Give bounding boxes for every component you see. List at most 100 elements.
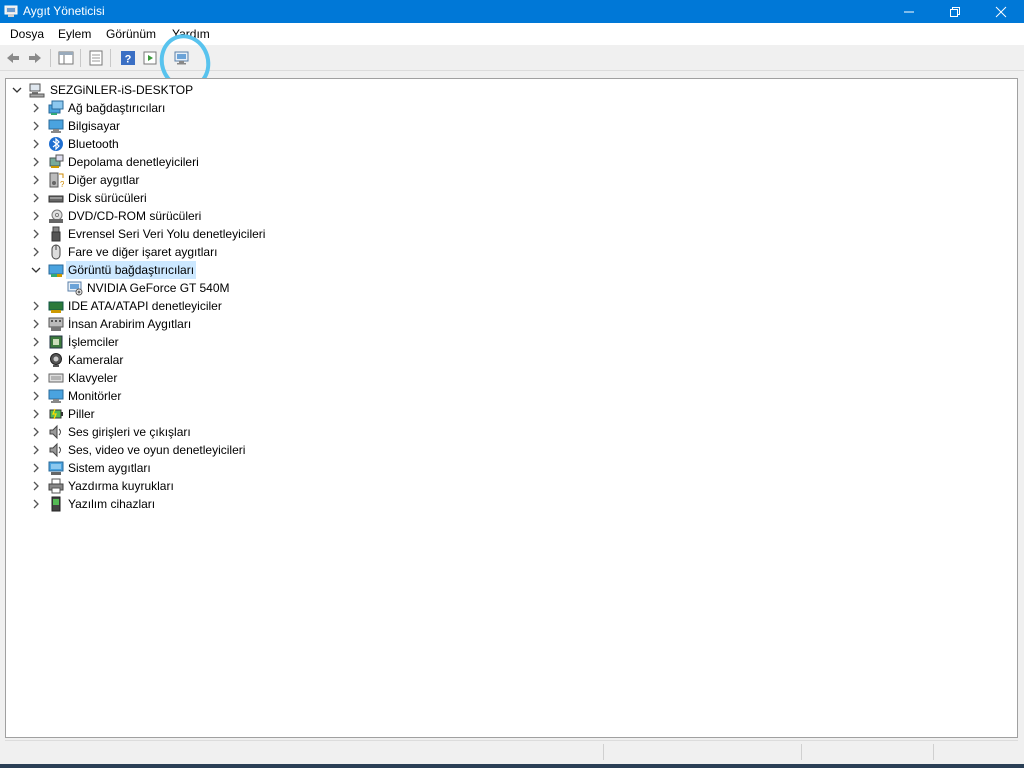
status-bar xyxy=(5,740,1018,763)
close-icon xyxy=(995,6,1007,18)
chevron-right-icon[interactable] xyxy=(30,426,42,438)
tree-category-row[interactable]: Ses, video ve oyun denetleyicileri xyxy=(6,441,406,459)
tree-category-row[interactable]: IDE ATA/ATAPI denetleyiciler xyxy=(6,297,406,315)
tree-category-label: İşlemciler xyxy=(68,335,119,349)
chevron-right-icon[interactable] xyxy=(30,390,42,402)
tree-category-label: Görüntü bağdaştırıcıları xyxy=(66,261,197,279)
bluetooth-icon xyxy=(49,137,63,151)
status-separator xyxy=(603,744,604,760)
dvd-drive-icon xyxy=(49,209,63,223)
chevron-right-icon[interactable] xyxy=(30,480,42,492)
chevron-right-icon[interactable] xyxy=(30,408,42,420)
tree-category-label: Bilgisayar xyxy=(68,119,121,133)
chevron-right-icon[interactable] xyxy=(30,300,42,312)
tree-category-row[interactable]: DVD/CD-ROM sürücüleri xyxy=(6,207,406,225)
tree-category-row[interactable]: ? Diğer aygıtlar xyxy=(6,171,406,189)
chevron-right-icon[interactable] xyxy=(30,444,42,456)
computer-icon xyxy=(48,119,64,133)
tree-category-label: Depolama denetleyicileri xyxy=(68,155,199,169)
taskbar-edge xyxy=(0,764,1024,768)
tree-category-row[interactable]: Sistem aygıtları xyxy=(6,459,406,477)
tree-category-row[interactable]: Kameralar xyxy=(6,351,406,369)
menu-view[interactable]: Görünüm xyxy=(106,26,156,42)
tree-category-label: Piller xyxy=(68,407,95,421)
chevron-right-icon[interactable] xyxy=(30,318,42,330)
camera-icon xyxy=(50,353,62,367)
tree-category-row[interactable]: Yazdırma kuyrukları xyxy=(6,477,406,495)
device-tree[interactable]: SEZGiNLER-iS-DESKTOP Ağ bağdaştırıcıları… xyxy=(5,78,1018,738)
tree-category-row[interactable]: Depolama denetleyicileri xyxy=(6,153,406,171)
forward-button[interactable] xyxy=(25,48,45,68)
chevron-right-icon[interactable] xyxy=(30,192,42,204)
menu-action[interactable]: Eylem xyxy=(58,26,91,42)
chevron-right-icon[interactable] xyxy=(30,156,42,168)
run-button[interactable] xyxy=(140,48,160,68)
properties-icon xyxy=(89,50,103,66)
maximize-button[interactable] xyxy=(932,0,978,23)
tree-category-row[interactable]: Bilgisayar xyxy=(6,117,406,135)
battery-icon xyxy=(49,408,63,420)
tree-category-label: Bluetooth xyxy=(68,137,119,151)
computer-name: SEZGiNLER-iS-DESKTOP xyxy=(50,83,194,97)
computer-tree-icon xyxy=(29,83,45,98)
disk-drive-icon xyxy=(48,195,64,203)
back-button[interactable] xyxy=(3,48,23,68)
chevron-down-icon[interactable] xyxy=(30,264,42,276)
tree-category-row[interactable]: Monitörler xyxy=(6,387,406,405)
tree-category-row[interactable]: Yazılım cihazları xyxy=(6,495,406,513)
chevron-right-icon[interactable] xyxy=(30,498,42,510)
chevron-right-icon[interactable] xyxy=(30,138,42,150)
tree-category-row[interactable]: İşlemciler xyxy=(6,333,406,351)
show-hide-tree-icon xyxy=(58,51,74,65)
close-button[interactable] xyxy=(978,0,1024,23)
menu-file[interactable]: Dosya xyxy=(10,26,44,42)
chevron-right-icon[interactable] xyxy=(30,462,42,474)
tree-category-row[interactable]: İnsan Arabirim Aygıtları xyxy=(6,315,406,333)
monitor-icon xyxy=(48,389,64,403)
hid-icon xyxy=(48,317,64,331)
tree-category-row[interactable]: Klavyeler xyxy=(6,369,406,387)
tree-category-row[interactable]: Piller xyxy=(6,405,406,423)
chevron-right-icon[interactable] xyxy=(30,336,42,348)
tree-category-row[interactable]: Bluetooth xyxy=(6,135,406,153)
tree-category-label: Monitörler xyxy=(68,389,122,403)
chevron-right-icon[interactable] xyxy=(30,174,42,186)
tree-category-label: Klavyeler xyxy=(68,371,118,385)
properties-button[interactable] xyxy=(86,48,106,68)
tree-category-row[interactable]: Evrensel Seri Veri Yolu denetleyicileri xyxy=(6,225,406,243)
tree-device-row[interactable]: NVIDIA GeForce GT 540M xyxy=(6,279,406,297)
chevron-right-icon[interactable] xyxy=(30,354,42,366)
sound-video-icon xyxy=(49,442,61,458)
ide-controller-icon xyxy=(48,301,64,313)
chevron-right-icon[interactable] xyxy=(30,120,42,132)
other-devices-icon: ? xyxy=(49,172,64,188)
show-hide-tree-button[interactable] xyxy=(56,48,76,68)
tree-category-label: Yazdırma kuyrukları xyxy=(68,479,174,493)
tree-root-row[interactable]: SEZGiNLER-iS-DESKTOP xyxy=(6,81,306,99)
chevron-right-icon[interactable] xyxy=(30,246,42,258)
tree-category-row[interactable]: Ses girişleri ve çıkışları xyxy=(6,423,406,441)
help-button[interactable]: ? xyxy=(118,48,138,68)
tree-category-label: Sistem aygıtları xyxy=(68,461,151,475)
tree-category-row[interactable]: Ağ bağdaştırıcıları xyxy=(6,99,406,117)
chevron-right-icon[interactable] xyxy=(30,372,42,384)
title-bar[interactable]: Aygıt Yöneticisi xyxy=(0,0,1024,23)
gpu-icon xyxy=(67,281,83,296)
menu-bar: Dosya Eylem Görünüm Yardım xyxy=(0,23,1024,46)
toolbar: ? xyxy=(0,45,1024,71)
chevron-right-icon[interactable] xyxy=(30,210,42,222)
tree-device-label: NVIDIA GeForce GT 540M xyxy=(87,281,230,295)
tree-category-label: Diğer aygıtlar xyxy=(68,173,140,187)
printer-icon xyxy=(48,478,64,494)
chevron-right-icon[interactable] xyxy=(30,102,42,114)
keyboard-icon xyxy=(48,373,64,383)
tree-category-row[interactable]: Görüntü bağdaştırıcıları xyxy=(6,261,406,279)
tree-category-row[interactable]: Disk sürücüleri xyxy=(6,189,406,207)
tree-category-label: Ağ bağdaştırıcıları xyxy=(68,101,166,115)
toolbar-separator xyxy=(80,49,81,67)
minimize-button[interactable] xyxy=(886,0,932,23)
chevron-right-icon[interactable] xyxy=(30,228,42,240)
tree-category-row[interactable]: Fare ve diğer işaret aygıtları xyxy=(6,243,406,261)
chevron-down-icon[interactable] xyxy=(11,84,23,96)
window-title: Aygıt Yöneticisi xyxy=(23,4,105,18)
